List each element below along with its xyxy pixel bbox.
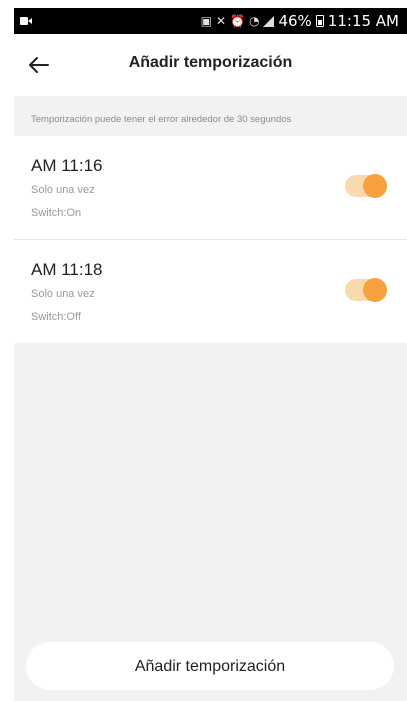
nfc-icon: ▣: [200, 14, 212, 28]
toggle-knob: [363, 174, 387, 198]
mute-icon: ✕: [215, 14, 227, 28]
battery-percent: 46%: [278, 12, 312, 30]
timer-action: Switch:Off: [31, 311, 81, 323]
status-bar: ▣ ✕ ⏰ ◔ 46% 11:15 AM: [14, 8, 407, 34]
battery-icon: [315, 15, 324, 27]
timer-action: Switch:On: [31, 207, 82, 219]
toggle-knob: [363, 278, 387, 302]
timer-toggle[interactable]: [345, 278, 387, 302]
timer-item[interactable]: AM 11:18 Solo una vez Switch:Off: [14, 239, 407, 343]
alarm-icon: ⏰: [230, 14, 245, 28]
app-screen: ▣ ✕ ⏰ ◔ 46% 11:15 AM Añadir temporizació…: [14, 8, 407, 701]
timing-error-notice: Temporización puede tener el error alred…: [14, 96, 407, 136]
wifi-icon: ◔: [248, 14, 260, 28]
timer-repeat: Solo una vez: [31, 184, 95, 196]
signal-icon: [263, 15, 275, 27]
timer-repeat: Solo una vez: [31, 288, 95, 300]
timer-time: AM 11:18: [31, 260, 103, 279]
status-time: 11:15 AM: [327, 12, 399, 30]
timer-list: AM 11:16 Solo una vez Switch:On AM 11:18…: [14, 136, 407, 343]
add-timer-button[interactable]: Añadir temporización: [26, 642, 394, 690]
video-camera-icon: [20, 17, 32, 25]
timer-time: AM 11:16: [31, 156, 103, 175]
app-header: Añadir temporización: [14, 34, 407, 96]
timer-toggle[interactable]: [345, 174, 387, 198]
page-title: Añadir temporización: [128, 54, 293, 71]
timer-item[interactable]: AM 11:16 Solo una vez Switch:On: [14, 136, 407, 239]
